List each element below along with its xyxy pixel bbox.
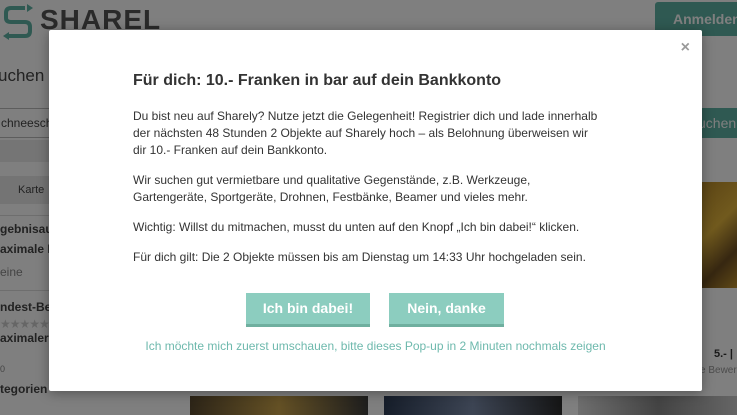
modal-paragraph: Für dich gilt: Die 2 Objekte müssen bis … — [133, 250, 586, 264]
accept-button[interactable]: Ich bin dabei! — [246, 293, 370, 327]
remind-later-link[interactable]: Ich möchte mich zuerst umschauen, bitte … — [49, 339, 702, 353]
promo-modal: × Für dich: 10.- Franken in bar auf dein… — [49, 30, 702, 391]
decline-button[interactable]: Nein, danke — [389, 293, 504, 327]
modal-paragraph: Du bist neu auf Sharely? Nutze jetzt die… — [133, 109, 598, 157]
close-icon[interactable]: × — [681, 39, 690, 57]
modal-body: Du bist neu auf Sharely? Nutze jetzt die… — [133, 108, 603, 279]
modal-paragraph: Wir suchen gut vermietbare und qualitati… — [133, 173, 531, 204]
modal-paragraph: Wichtig: Willst du mitmachen, musst du u… — [133, 220, 580, 234]
modal-title: Für dich: 10.- Franken in bar auf dein B… — [133, 72, 502, 89]
